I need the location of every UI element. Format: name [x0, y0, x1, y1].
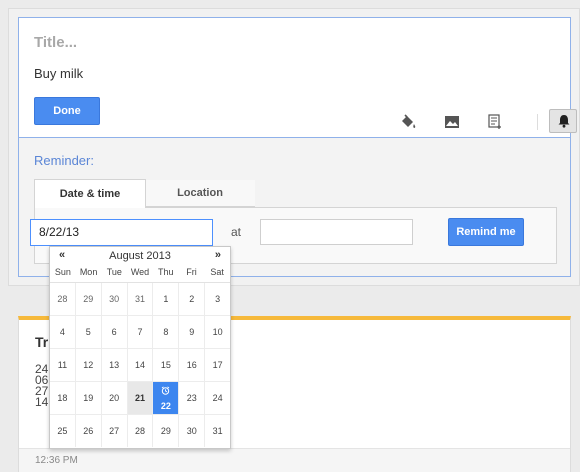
note-card-title: Tr	[35, 334, 49, 350]
calendar-day[interactable]: 30	[100, 283, 127, 315]
calendar-day[interactable]: 15	[152, 349, 178, 381]
reminder-bell-button[interactable]	[549, 109, 577, 133]
image-icon[interactable]	[442, 112, 462, 132]
paint-bucket-icon[interactable]	[398, 112, 418, 132]
prev-month-button[interactable]: «	[59, 249, 65, 261]
weekday-label: Mon	[79, 267, 98, 277]
toolbar-divider	[537, 114, 538, 130]
calendar-day[interactable]: 16	[178, 349, 204, 381]
calendar-day[interactable]: 7	[126, 316, 153, 348]
calendar-day[interactable]: 19	[74, 382, 101, 414]
bell-icon	[558, 115, 570, 128]
calendar-day[interactable]: 31	[126, 283, 153, 315]
calendar-day[interactable]: 11	[50, 349, 75, 381]
calendar-day[interactable]: 5	[74, 316, 101, 348]
weekday-label: Thu	[157, 267, 174, 277]
calendar-day[interactable]: 9	[178, 316, 204, 348]
calendar-day[interactable]: 29	[152, 415, 178, 447]
calendar-day[interactable]: 22	[152, 382, 179, 414]
calendar-day[interactable]: 20	[100, 382, 127, 414]
calendar-week: 25 26 27 28 29 30 31	[50, 414, 230, 447]
tab-date-time[interactable]: Date & time	[34, 179, 146, 208]
note-card-timestamp: 12:36 PM	[35, 455, 78, 466]
date-field[interactable]: 8/22/13	[30, 219, 213, 246]
calendar-day[interactable]: 23	[178, 382, 204, 414]
list-checkbox-icon[interactable]	[485, 112, 505, 132]
weekday-label: Sun	[54, 267, 71, 277]
next-month-button[interactable]: »	[215, 249, 221, 261]
remind-me-button[interactable]: Remind me	[448, 218, 524, 246]
calendar-week: 4 5 6 7 8 9 10	[50, 315, 230, 348]
date-picker-grid: 28 29 30 31 1 2 3 4 5 6 7 8 9 10 11 12 13 14 15 16 17 18 19 20 2…	[50, 282, 230, 447]
calendar-week: 28 29 30 31 1 2 3	[50, 282, 230, 315]
title-input[interactable]: Title...	[34, 34, 77, 51]
calendar-day[interactable]: 29	[74, 283, 101, 315]
calendar-day[interactable]: 4	[50, 316, 75, 348]
calendar-day[interactable]: 2	[178, 283, 204, 315]
weekday-label: Sat	[210, 267, 224, 277]
calendar-day[interactable]: 13	[100, 349, 127, 381]
calendar-day[interactable]: 30	[178, 415, 204, 447]
calendar-day[interactable]: 18	[50, 382, 75, 414]
calendar-day[interactable]: 3	[204, 283, 230, 315]
note-card-footer: 12:36 PM	[19, 448, 570, 472]
at-label: at	[231, 225, 242, 239]
weekday-label: Wed	[130, 267, 150, 277]
calendar-day[interactable]: 8	[152, 316, 178, 348]
time-field[interactable]	[260, 219, 413, 245]
note-card-line: 14	[35, 395, 49, 409]
weekday-header: Sun Mon Tue Wed Thu Fri Sat	[50, 267, 230, 281]
calendar-day[interactable]: 14	[126, 349, 153, 381]
calendar-day[interactable]: 17	[204, 349, 230, 381]
calendar-day[interactable]: 10	[204, 316, 230, 348]
calendar-day[interactable]: 12	[74, 349, 101, 381]
reminder-label: Reminder:	[34, 153, 94, 168]
calendar-week: 11 12 13 14 15 16 17	[50, 348, 230, 381]
done-button[interactable]: Done	[34, 97, 100, 125]
calendar-day[interactable]: 21	[126, 382, 153, 414]
date-picker: August 2013 « » Sun Mon Tue Wed Thu Fri …	[49, 246, 231, 449]
calendar-day[interactable]: 24	[204, 382, 230, 414]
weekday-label: Tue	[106, 267, 122, 277]
calendar-day[interactable]: 28	[50, 283, 75, 315]
note-card-body: 24 06 27 14	[35, 363, 49, 409]
note-content: Title... Buy milk Done	[19, 18, 577, 137]
calendar-day[interactable]: 28	[126, 415, 153, 447]
weekday-label: Fri	[186, 267, 197, 277]
calendar-day[interactable]: 1	[152, 283, 178, 315]
tab-location[interactable]: Location	[145, 180, 255, 207]
calendar-week: 18 19 20 21 22 23 24	[50, 381, 230, 414]
calendar-day[interactable]: 27	[100, 415, 127, 447]
calendar-day[interactable]: 31	[204, 415, 230, 447]
calendar-day[interactable]: 26	[74, 415, 101, 447]
calendar-day[interactable]: 6	[100, 316, 127, 348]
date-picker-header: August 2013 « »	[50, 249, 230, 263]
date-picker-month: August 2013	[109, 250, 171, 262]
note-body[interactable]: Buy milk	[34, 66, 83, 81]
calendar-day[interactable]: 25	[50, 415, 75, 447]
